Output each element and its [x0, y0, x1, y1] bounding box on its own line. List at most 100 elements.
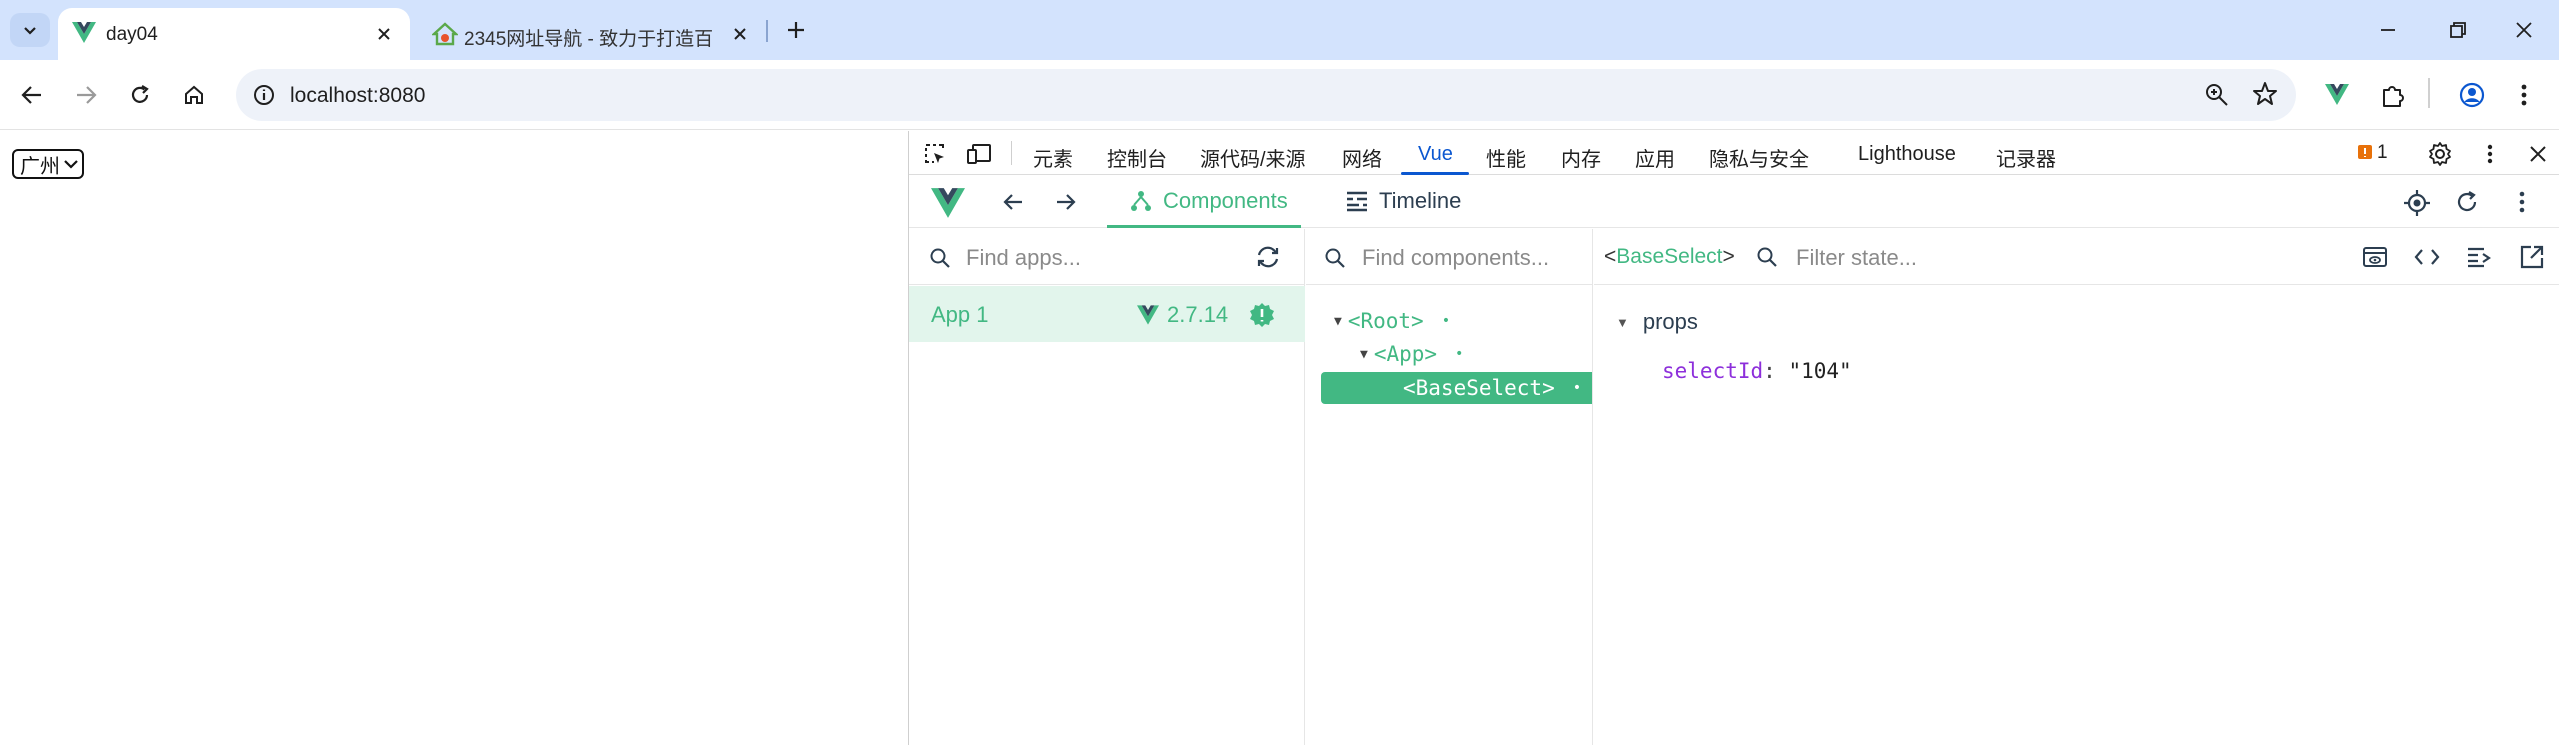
- caret-down-icon: ▼: [1360, 346, 1368, 362]
- components-tab-indicator: [1107, 225, 1301, 228]
- 2345-icon: [432, 22, 458, 46]
- timeline-tab[interactable]: Timeline: [1345, 188, 1461, 214]
- tab-application[interactable]: 应用: [1635, 143, 1675, 172]
- component-tree-pane: Find components... ▼ <Root> • ▼ <App> • …: [1306, 229, 1593, 745]
- scroll-to-component-icon[interactable]: [2466, 246, 2492, 268]
- browser-tab-strip: day04 2345网址导航 - 致力于打造百年: [0, 0, 2559, 60]
- tab-network[interactable]: 网络: [1342, 143, 1382, 172]
- back-button[interactable]: [14, 77, 50, 113]
- app-version: 2.7.14: [1137, 302, 1228, 328]
- caret-down-icon: ▼: [1334, 313, 1342, 329]
- close-icon[interactable]: [372, 22, 396, 46]
- arrow-right-icon: [77, 86, 97, 104]
- issues-badge[interactable]: 1: [2357, 142, 2388, 164]
- city-select-value: 广州: [20, 155, 60, 178]
- search-icon: [1757, 247, 1777, 267]
- filter-state-input[interactable]: Filter state...: [1796, 245, 1917, 271]
- props-section-toggle[interactable]: ▼ props: [1616, 309, 1698, 335]
- reload-icon: [131, 85, 149, 103]
- tab-console[interactable]: 控制台: [1107, 143, 1167, 172]
- profile-icon[interactable]: [2454, 77, 2490, 113]
- open-in-editor-icon[interactable]: [2519, 244, 2545, 270]
- props-section-label: props: [1642, 309, 1698, 334]
- minimize-button[interactable]: [2353, 0, 2423, 60]
- tab-sources[interactable]: 源代码/来源: [1200, 143, 1306, 172]
- browser-tab-2345[interactable]: 2345网址导航 - 致力于打造百年: [418, 8, 766, 60]
- close-window-button[interactable]: [2489, 0, 2559, 60]
- city-select[interactable]: 广州: [12, 149, 84, 179]
- tab-lighthouse[interactable]: Lighthouse: [1858, 143, 1956, 166]
- tab-divider: [1011, 141, 1012, 165]
- plus-icon: [788, 22, 804, 38]
- vue-icon: [1137, 305, 1159, 325]
- select-component-icon[interactable]: [2403, 189, 2431, 217]
- star-icon[interactable]: [2252, 81, 2278, 107]
- apps-search-row: Find apps...: [909, 229, 1304, 285]
- tab-memory[interactable]: 内存: [1561, 143, 1601, 172]
- close-icon: [2516, 22, 2532, 38]
- tree-node-app[interactable]: ▼ <App> •: [1360, 342, 1463, 366]
- arrow-left-icon[interactable]: [1001, 190, 1025, 214]
- selected-component-name: <BaseSelect>: [1604, 245, 1735, 268]
- vue-devtools-extension-icon[interactable]: [2319, 77, 2355, 113]
- close-devtools-icon[interactable]: [2525, 141, 2551, 167]
- new-tab-button[interactable]: [780, 14, 812, 46]
- tree-node-baseselect[interactable]: <BaseSelect> •: [1321, 372, 1592, 404]
- tab-performance[interactable]: 性能: [1486, 143, 1526, 172]
- extensions-icon[interactable]: [2375, 77, 2411, 113]
- timeline-tab-label: Timeline: [1379, 188, 1462, 213]
- url-text: localhost:8080: [290, 84, 426, 107]
- vue-icon: [72, 22, 96, 44]
- refresh-apps-icon[interactable]: [1255, 245, 1281, 269]
- apps-search-input[interactable]: Find apps...: [966, 245, 1081, 271]
- arrow-right-icon[interactable]: [1054, 190, 1078, 214]
- reload-button[interactable]: [122, 77, 158, 113]
- tab-search-button[interactable]: [10, 13, 50, 47]
- tab-vue[interactable]: Vue: [1418, 143, 1453, 166]
- prop-value: "104": [1788, 359, 1852, 383]
- tab-recorder[interactable]: 记录器: [1996, 143, 2056, 172]
- app-version-number: 2.7.14: [1167, 302, 1229, 327]
- inspect-dom-icon[interactable]: [2362, 245, 2388, 269]
- prop-separator: :: [1763, 359, 1789, 383]
- tab-elements[interactable]: 元素: [1033, 143, 1073, 172]
- vue-more-icon[interactable]: [2518, 190, 2526, 214]
- app-name: App 1: [931, 302, 989, 327]
- tab-privacy-security[interactable]: 隐私与安全: [1709, 143, 1809, 172]
- tab-title: 2345网址导航 - 致力于打造百年: [464, 29, 714, 50]
- components-tab[interactable]: Components: [1129, 188, 1288, 214]
- refresh-icon[interactable]: [2455, 190, 2479, 214]
- timeline-icon: [1347, 191, 1367, 212]
- home-button[interactable]: [176, 77, 212, 113]
- components-search-row: Find components...: [1306, 229, 1592, 285]
- tree-node-root[interactable]: ▼ <Root> •: [1334, 309, 1450, 333]
- components-search-input[interactable]: Find components...: [1362, 245, 1549, 271]
- issues-count: 1: [2377, 142, 2388, 163]
- arrow-left-icon: [21, 86, 41, 104]
- address-bar[interactable]: localhost:8080: [236, 69, 2296, 121]
- zoom-icon[interactable]: [2204, 82, 2230, 108]
- toolbar-divider: [2428, 78, 2430, 108]
- more-menu-icon[interactable]: [2506, 77, 2542, 113]
- node-dot: •: [1441, 313, 1451, 329]
- device-toolbar-icon[interactable]: [967, 141, 993, 167]
- components-tab-label: Components: [1163, 188, 1288, 213]
- tree-node-label: <App>: [1373, 342, 1438, 366]
- minimize-icon: [2381, 29, 2395, 31]
- inspect-element-icon[interactable]: [922, 141, 948, 167]
- prop-row-selectId[interactable]: selectId: "104": [1662, 359, 1852, 383]
- restore-button[interactable]: [2423, 0, 2493, 60]
- code-icon[interactable]: [2414, 246, 2440, 268]
- prop-key: selectId: [1662, 359, 1764, 383]
- app-list-item[interactable]: App 1 2.7.14: [909, 286, 1305, 342]
- forward-button[interactable]: [68, 77, 104, 113]
- vue-logo-icon: [931, 188, 965, 218]
- devtools-tab-bar: 元素 控制台 源代码/来源 网络 Vue 性能 内存 应用 隐私与安全 Ligh…: [909, 131, 2559, 175]
- close-icon[interactable]: [728, 22, 752, 46]
- devtools-more-icon[interactable]: [2477, 141, 2503, 167]
- devtools-panel: 元素 控制台 源代码/来源 网络 Vue 性能 内存 应用 隐私与安全 Ligh…: [908, 131, 2559, 745]
- site-info-icon[interactable]: [252, 83, 276, 107]
- caret-down-icon: ▼: [1616, 314, 1629, 330]
- browser-tab-day04[interactable]: day04: [58, 8, 410, 60]
- settings-gear-icon[interactable]: [2427, 141, 2453, 167]
